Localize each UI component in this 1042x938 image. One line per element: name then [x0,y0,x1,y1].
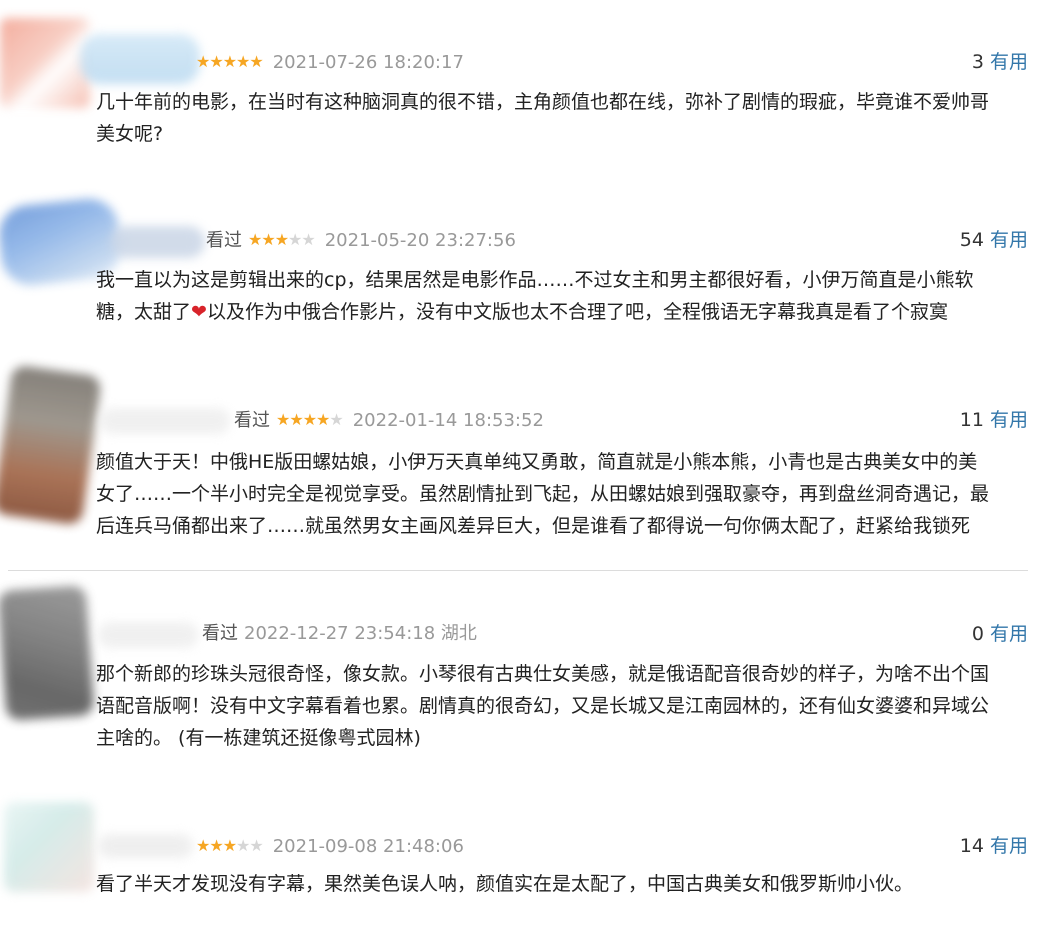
star-filled-icon: ★ [261,230,275,249]
useful-button[interactable]: 有用 [990,623,1028,645]
useful-count: 3 [971,51,984,73]
useful-vote[interactable]: 14 有用 [960,832,1028,860]
star-filled-icon: ★ [248,230,262,249]
username-redaction [110,226,205,258]
rating-stars: ★★★★★ [196,48,264,76]
star-empty-icon: ★ [329,410,343,429]
review-meta: 看过 ★★★★★ 2021-05-20 23:27:56 [206,226,516,254]
star-empty-icon: ★ [301,230,315,249]
review-location: 湖北 [440,623,477,644]
review-item: ★★★★★ 2021-09-08 21:48:06 14 有用 看了半天才发现没有字… [0,772,1042,938]
star-filled-icon: ★ [236,52,250,71]
review-time: 2022-12-27 23:54:18 [244,623,436,644]
review-content: 我一直以为这是剪辑出来的cp，结果居然是电影作品……不过女主和男主都很好看，小伊… [96,264,1026,328]
rating-stars: ★★★★★ [276,406,344,434]
useful-count: 11 [959,409,984,431]
star-filled-icon: ★ [274,230,289,249]
review-item: ★★★★★ 2021-07-26 18:20:17 3 有用 几十年前的电影，在当时… [0,0,1042,180]
review-content-part: 以及作为中俄合作影片，没有中文版也太不合理了吧，全程俄语无字幕我真是看了个寂寞 [206,301,948,323]
useful-vote[interactable]: 3 有用 [972,48,1028,76]
review-item: 看过 ★★★★★ 2022-01-14 18:53:52 11 有用 颜值大于天！中俄… [0,360,1042,570]
star-filled-icon: ★ [222,52,237,71]
review-time: 2022-01-14 18:53:52 [352,410,544,431]
avatar[interactable] [0,18,90,108]
star-filled-icon: ★ [249,52,263,71]
username-redaction [98,622,198,648]
useful-vote[interactable]: 54 有用 [960,226,1028,254]
review-content: 看了半天才发现没有字幕，果然美色误人呐，颜值实在是太配了，中国古典美女和俄罗斯帅… [96,873,914,895]
star-empty-icon: ★ [288,230,302,249]
useful-count: 14 [959,835,984,857]
watched-status: 看过 [206,230,242,251]
star-filled-icon: ★ [302,410,317,429]
star-filled-icon: ★ [316,410,330,429]
rating-stars: ★★★★★ [196,832,264,860]
star-empty-icon: ★ [236,836,250,855]
star-filled-icon: ★ [209,52,223,71]
review-meta: 看过 ★★★★★ 2022-01-14 18:53:52 [234,406,544,434]
watched-status: 看过 [202,623,238,644]
review-content: 几十年前的电影，在当时有这种脑洞真的很不错，主角颜值也都在线，弥补了剧情的瑕疵，… [96,91,990,145]
rating-stars: ★★★★★ [248,226,316,254]
review-meta: ★★★★★ 2021-09-08 21:48:06 [196,832,464,860]
review-time: 2021-07-26 18:20:17 [272,52,464,73]
watched-status: 看过 [234,410,270,431]
username-redaction [100,408,230,434]
useful-vote[interactable]: 0 有用 [972,620,1028,648]
useful-vote[interactable]: 11 有用 [960,406,1028,434]
review-content: 颜值大于天！中俄HE版田螺姑娘，小伊万天真单纯又勇敢，简直就是小熊本熊，小青也是… [96,451,990,537]
heart-icon: ❤ [191,301,207,323]
useful-count: 0 [971,623,984,645]
useful-button[interactable]: 有用 [990,229,1028,251]
star-filled-icon: ★ [209,836,223,855]
avatar[interactable] [4,802,94,892]
star-filled-icon: ★ [222,836,237,855]
review-item: 看过 ★★★★★ 2021-05-20 23:27:56 54 有用 我一直以为这是剪… [0,180,1042,360]
star-filled-icon: ★ [289,410,303,429]
review-content: 那个新郎的珍珠头冠很奇怪，像女款。小琴很有古典仕女美感，就是俄语配音很奇妙的样子… [96,663,990,749]
username-redaction [80,34,200,84]
avatar[interactable] [0,364,103,526]
divider [8,570,1028,571]
review-meta: 看过 2022-12-27 23:54:18 湖北 [202,620,477,648]
review-time: 2021-05-20 23:27:56 [324,230,516,251]
star-filled-icon: ★ [276,410,290,429]
useful-count: 54 [959,229,984,251]
star-empty-icon: ★ [249,836,263,855]
username-redaction [98,834,193,858]
useful-button[interactable]: 有用 [990,835,1028,857]
star-filled-icon: ★ [196,52,210,71]
star-filled-icon: ★ [196,836,210,855]
useful-button[interactable]: 有用 [990,409,1028,431]
review-meta: ★★★★★ 2021-07-26 18:20:17 [196,48,464,76]
review-item: 看过 2022-12-27 23:54:18 湖北 0 有用 那个新郎的珍珠头冠很奇… [0,572,1042,772]
review-time: 2021-09-08 21:48:06 [272,836,464,857]
avatar[interactable] [0,585,95,721]
useful-button[interactable]: 有用 [990,51,1028,73]
